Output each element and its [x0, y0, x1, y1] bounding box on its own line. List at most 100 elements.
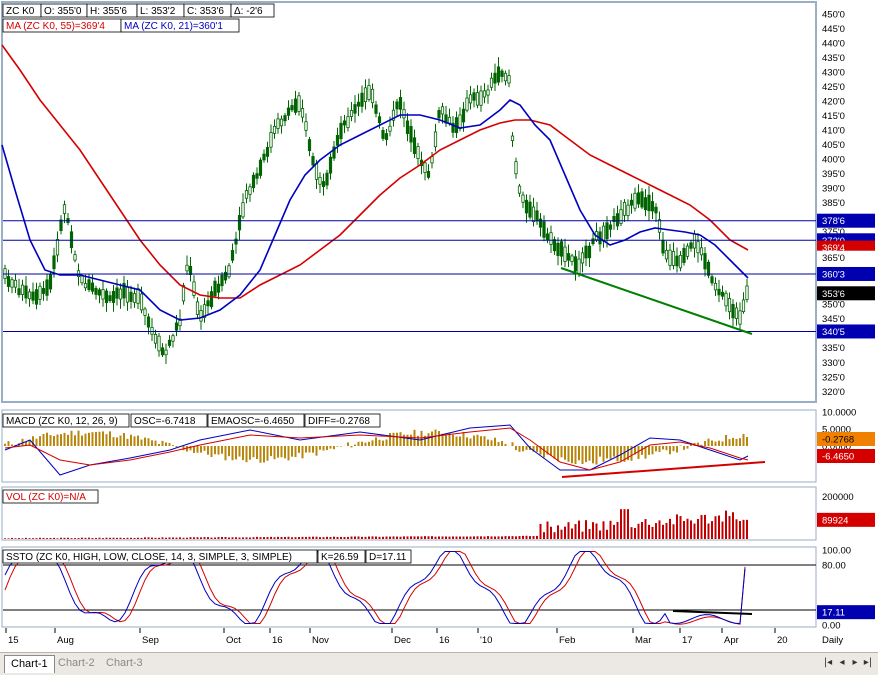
volume-bar	[361, 537, 363, 539]
tab-chart-3[interactable]: Chart-3	[100, 655, 149, 672]
tab-chart-1[interactable]: Chart-1	[4, 655, 55, 673]
volume-bar	[438, 536, 440, 539]
volume-bar	[207, 537, 209, 539]
candle-body	[56, 239, 58, 255]
macd-bar	[655, 446, 657, 451]
macd-bar	[295, 446, 297, 457]
volume-legend: VOL (ZC K0)=N/A	[3, 490, 98, 503]
price-axis-label: 385'0	[822, 198, 845, 209]
volume-tag-label: 89924	[822, 515, 848, 526]
volume-bar	[508, 536, 510, 539]
ssto-axis-label: 0.00	[822, 621, 841, 632]
candle-body	[427, 171, 429, 177]
price-tag-label: 353'6	[822, 289, 845, 300]
candle-body	[224, 272, 226, 280]
volume-bar	[603, 521, 605, 539]
candle-body	[133, 294, 135, 303]
price-pane[interactable]	[2, 2, 816, 402]
candle-body	[364, 88, 366, 102]
macd-bar	[151, 440, 153, 446]
candle-body	[305, 122, 307, 131]
candle-body	[592, 239, 594, 244]
macd-bar	[43, 434, 45, 446]
candle-body	[410, 126, 412, 142]
macd-bar	[81, 436, 83, 446]
volume-bar	[137, 538, 139, 539]
candle-body	[308, 140, 310, 151]
volume-bar	[50, 538, 52, 539]
next-icon[interactable]: ▸	[849, 655, 861, 671]
volume-bar	[204, 537, 206, 539]
volume-bar	[221, 537, 223, 539]
candle-body	[158, 336, 160, 351]
price-axis-label: 350'0	[822, 300, 845, 311]
candle-body	[193, 282, 195, 295]
macd-bar	[186, 446, 188, 451]
volume-bar	[372, 536, 374, 539]
volume-bar	[64, 538, 66, 539]
volume-bar	[169, 537, 171, 539]
volume-bar	[543, 532, 545, 539]
macd-bar	[704, 441, 706, 446]
macd-bar	[197, 446, 199, 453]
volume-bar	[736, 519, 738, 539]
macd-bar	[95, 432, 97, 446]
macd-bar	[326, 446, 328, 450]
candle-body	[294, 99, 296, 112]
macd-bar	[417, 436, 419, 446]
macd-bar	[88, 433, 90, 446]
candle-body	[616, 214, 618, 226]
macd-bar	[277, 446, 279, 458]
macd-bar	[484, 436, 486, 446]
candle-body	[707, 262, 709, 275]
candle-body	[651, 202, 653, 212]
macd-bar	[71, 431, 73, 446]
candle-body	[746, 286, 748, 300]
candle-body	[690, 243, 692, 248]
price-axis-label: 390'0	[822, 184, 845, 195]
macd-bar	[361, 442, 363, 446]
candle-body	[354, 105, 356, 114]
volume-bar	[403, 536, 405, 539]
time-axis-label: Sep	[142, 635, 159, 646]
first-icon[interactable]: |◂	[822, 655, 834, 671]
candle-body	[109, 296, 111, 301]
volume-bar	[333, 537, 335, 539]
macd-bar	[515, 446, 517, 450]
volume-bar	[634, 528, 636, 539]
candle-body	[168, 340, 170, 345]
candle-body	[609, 225, 611, 229]
volume-bar	[382, 537, 384, 539]
last-icon[interactable]: ▸|	[862, 655, 874, 671]
volume-bar	[36, 538, 38, 539]
volume-bar	[596, 523, 598, 539]
header-open: O: 355'0	[44, 6, 82, 17]
volume-bar	[428, 536, 430, 539]
macd-bar	[589, 446, 591, 461]
volume-bar	[669, 519, 671, 539]
volume-bar	[81, 538, 83, 539]
price-axis-label: 320'0	[822, 387, 845, 398]
candle-body	[105, 291, 107, 303]
macd-bar	[596, 446, 598, 465]
ma21-legend: MA (ZC K0, 21)=360'1	[124, 21, 223, 32]
macd-bar	[235, 446, 237, 459]
volume-bar	[15, 538, 17, 539]
macd-bar	[393, 433, 395, 446]
volume-bar	[561, 530, 563, 539]
macd-bar	[46, 433, 48, 446]
macd-bar	[302, 446, 304, 458]
macd-axis-label: 10.0000	[822, 408, 856, 419]
candle-body	[413, 138, 415, 154]
candle-body	[672, 251, 674, 265]
candle-body	[46, 280, 48, 295]
volume-bar	[193, 537, 195, 539]
macd-legend-diff: DIFF=-0.2768	[308, 416, 370, 427]
macd-bar	[512, 442, 514, 446]
ohlc-header: ZC K0 O: 355'0 H: 355'6 L: 353'2 C: 353'…	[3, 4, 274, 17]
prev-icon[interactable]: ◂	[836, 655, 848, 671]
candle-body	[623, 202, 625, 215]
volume-bar	[522, 536, 524, 539]
volume-bar	[151, 538, 153, 539]
tab-chart-2[interactable]: Chart-2	[52, 655, 101, 672]
